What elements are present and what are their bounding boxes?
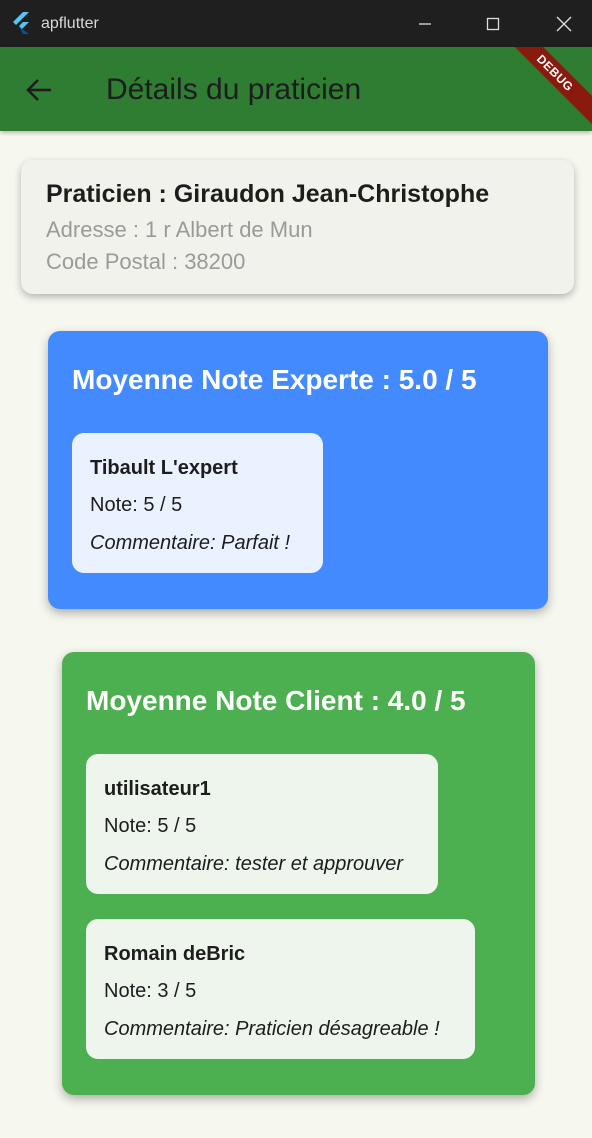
praticien-postal-code: Code Postal : 38200 [46, 249, 246, 274]
flutter-logo-icon [11, 12, 31, 34]
review-comment: Commentaire: Praticien désagreable ! [104, 1018, 440, 1040]
expert-review-item: Tibault L'expert Note: 5 / 5 Commentaire… [72, 433, 323, 573]
client-rating-card: Moyenne Note Client : 4.0 / 5 utilisateu… [62, 652, 535, 1095]
debug-banner: DEBUG [494, 47, 592, 131]
review-note: Note: 5 / 5 [104, 815, 197, 837]
window-titlebar: apflutter [0, 0, 592, 47]
page-title: Détails du praticien [106, 73, 362, 106]
expert-average-title: Moyenne Note Experte : 5.0 / 5 [72, 364, 477, 395]
expert-rating-card: Moyenne Note Experte : 5.0 / 5 Tibault L… [48, 331, 548, 609]
review-comment: Commentaire: tester et approuver [104, 853, 404, 875]
praticien-info-card: Praticien : Giraudon Jean-Christophe Adr… [21, 160, 574, 294]
review-note: Note: 3 / 5 [104, 980, 197, 1002]
window-title: apflutter [41, 15, 99, 32]
review-author: utilisateur1 [104, 778, 211, 800]
praticien-name: Praticien : Giraudon Jean-Christophe [46, 180, 490, 208]
app-bar: Détails du praticien DEBUG [0, 47, 592, 131]
review-author: Tibault L'expert [90, 457, 238, 479]
review-note: Note: 5 / 5 [90, 494, 183, 516]
minimize-icon[interactable] [411, 10, 439, 38]
close-icon[interactable] [550, 10, 578, 38]
client-review-item: utilisateur1 Note: 5 / 5 Commentaire: te… [86, 754, 438, 894]
maximize-icon[interactable] [479, 10, 507, 38]
client-review-item: Romain deBric Note: 3 / 5 Commentaire: P… [86, 919, 475, 1059]
arrow-left-icon[interactable] [20, 71, 58, 109]
review-author: Romain deBric [104, 943, 246, 965]
praticien-address: Adresse : 1 r Albert de Mun [46, 217, 313, 242]
client-average-title: Moyenne Note Client : 4.0 / 5 [86, 685, 466, 716]
review-comment: Commentaire: Parfait ! [90, 532, 291, 554]
